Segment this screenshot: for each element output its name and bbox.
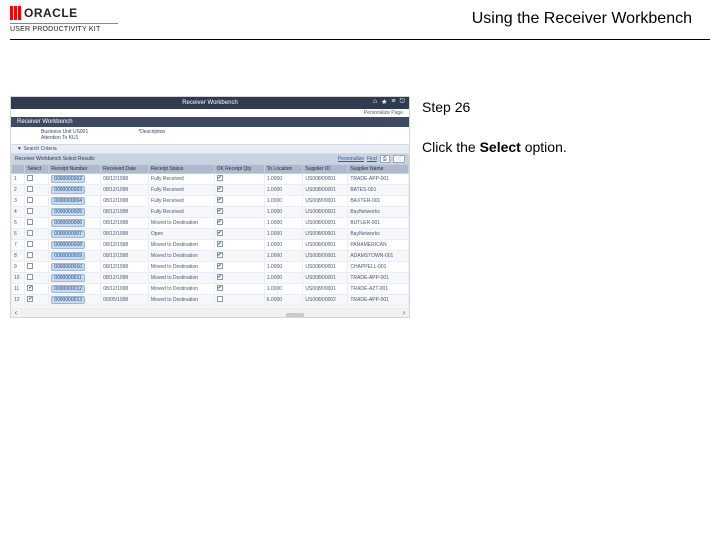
- oracle-logo: ORACLE USER PRODUCTIVITY KIT: [10, 6, 120, 33]
- table-row[interactable]: 10000000001108/12/1998Moved to Destinati…: [12, 272, 409, 283]
- table-row[interactable]: 8000000000908/12/1998Moved to Destinatio…: [12, 250, 409, 261]
- table-row[interactable]: 12000000001305/05/1998Moved to Destinati…: [12, 294, 409, 305]
- select-checkbox[interactable]: [27, 318, 33, 319]
- step-number: Step 26: [422, 96, 567, 118]
- ok-checkbox[interactable]: [217, 208, 223, 214]
- results-grid: SelectReceipt NumberReceived DateReceipt…: [11, 164, 409, 319]
- table-row[interactable]: 3000000000408/12/1998Fully Received1.000…: [12, 195, 409, 206]
- grid-icon-2[interactable]: 📄: [393, 155, 405, 163]
- select-checkbox[interactable]: [27, 274, 33, 280]
- receipt-link[interactable]: 0000000002: [51, 175, 85, 183]
- col-Supplier ID[interactable]: Supplier ID: [303, 164, 348, 173]
- receipt-link[interactable]: 0000000011: [51, 274, 84, 282]
- scroll-right-icon[interactable]: ›: [399, 308, 409, 317]
- receipt-link[interactable]: 0000000016: [51, 318, 85, 319]
- step-panel: Step 26 Click the Select option.: [422, 96, 567, 318]
- receipt-link[interactable]: 0000000008: [51, 241, 85, 249]
- receipt-link[interactable]: 0000000004: [51, 197, 85, 205]
- col-Receipt Status[interactable]: Receipt Status: [148, 164, 214, 173]
- ok-checkbox[interactable]: [217, 252, 223, 258]
- ok-checkbox[interactable]: [217, 263, 223, 269]
- topbar-title: Receiver Workbench: [182, 100, 238, 106]
- ok-checkbox[interactable]: [217, 186, 223, 192]
- col-Receipt Number[interactable]: Receipt Number: [49, 164, 101, 173]
- star-icon[interactable]: ★: [381, 98, 387, 106]
- find-link[interactable]: Find: [367, 156, 377, 162]
- col-Select[interactable]: Select: [25, 164, 49, 173]
- menu-icon[interactable]: ≡: [391, 98, 395, 106]
- select-checkbox[interactable]: [27, 219, 33, 225]
- select-checkbox[interactable]: [27, 263, 33, 269]
- select-checkbox[interactable]: [27, 230, 33, 236]
- table-row[interactable]: 7000000000808/12/1998Moved to Destinatio…: [12, 239, 409, 250]
- table-row[interactable]: 9000000001008/12/1998Moved to Destinatio…: [12, 261, 409, 272]
- scroll-left-icon[interactable]: ‹: [11, 308, 21, 317]
- select-checkbox[interactable]: [27, 186, 33, 192]
- select-checkbox[interactable]: [27, 241, 33, 247]
- select-checkbox[interactable]: [27, 296, 33, 302]
- table-row[interactable]: 1000000000208/12/1998Fully Received1.000…: [12, 173, 409, 184]
- receipt-link[interactable]: 0000000003: [51, 186, 85, 194]
- step-instruction: Click the Select option.: [422, 136, 567, 158]
- grid-header-bar: Receiver Workbench Select Results Person…: [11, 154, 409, 164]
- select-checkbox[interactable]: [27, 252, 33, 258]
- col-Supplier Name[interactable]: Supplier Name: [348, 164, 409, 173]
- table-row[interactable]: 2000000000308/12/1998Fully Received1.000…: [12, 184, 409, 195]
- home-icon[interactable]: ⌂: [373, 98, 377, 106]
- h-scrollbar[interactable]: ‹ ›: [11, 307, 409, 317]
- ok-checkbox[interactable]: [217, 219, 223, 225]
- ok-checkbox[interactable]: [217, 241, 223, 247]
- receipt-link[interactable]: 0000000009: [51, 252, 85, 260]
- meta-block: Business Unit US001Attention To KU1 *Des…: [11, 127, 409, 144]
- receipt-link[interactable]: 0000000005: [51, 208, 85, 216]
- ok-checkbox[interactable]: [217, 197, 223, 203]
- table-row[interactable]: 4000000000508/12/1998Fully Received1.000…: [12, 206, 409, 217]
- screenshot-panel: Receiver Workbench ⌂ ★ ≡ ⎋ Personalize P…: [10, 96, 410, 318]
- ok-checkbox[interactable]: [217, 318, 223, 319]
- search-criteria[interactable]: ▼ Search Criteria: [11, 144, 409, 154]
- col-n[interactable]: [12, 164, 25, 173]
- receipt-link[interactable]: 0000000006: [51, 219, 85, 227]
- receipt-link[interactable]: 0000000007: [51, 230, 85, 238]
- ok-checkbox[interactable]: [217, 285, 223, 291]
- table-row[interactable]: 11000000001208/12/1998Moved to Destinati…: [12, 283, 409, 294]
- select-checkbox[interactable]: [27, 285, 33, 291]
- logout-icon[interactable]: ⎋: [399, 98, 405, 106]
- ok-checkbox[interactable]: [217, 296, 223, 302]
- col-OK Receipt Qty[interactable]: OK Receipt Qty: [214, 164, 264, 173]
- table-row[interactable]: 5000000000608/12/1998Moved to Destinatio…: [12, 217, 409, 228]
- section-band: Receiver Workbench: [11, 117, 409, 127]
- select-checkbox[interactable]: [27, 197, 33, 203]
- ok-checkbox[interactable]: [217, 175, 223, 181]
- page-title: Using the Receiver Workbench: [120, 6, 710, 28]
- table-row[interactable]: 6000000000708/12/1998Open1.0000US008/000…: [12, 228, 409, 239]
- app-topbar: Receiver Workbench ⌂ ★ ≡ ⎋: [11, 97, 409, 109]
- receipt-link[interactable]: 0000000012: [51, 285, 85, 293]
- col-Received Date[interactable]: Received Date: [101, 164, 149, 173]
- step-bold: Select: [480, 139, 521, 155]
- grid-icon-1[interactable]: ⎙: [380, 155, 390, 163]
- personalize-link[interactable]: Personalize: [338, 156, 364, 162]
- receipt-link[interactable]: 0000000013: [51, 296, 85, 304]
- select-checkbox[interactable]: [27, 175, 33, 181]
- select-checkbox[interactable]: [27, 208, 33, 214]
- col-To Location[interactable]: To Location: [264, 164, 303, 173]
- grid-title: Receiver Workbench Select Results: [15, 156, 95, 162]
- logo-word: ORACLE: [24, 6, 78, 20]
- receipt-link[interactable]: 0000000010: [51, 263, 85, 271]
- logo-subline: USER PRODUCTIVITY KIT: [10, 23, 118, 33]
- ok-checkbox[interactable]: [217, 274, 223, 280]
- ok-checkbox[interactable]: [217, 230, 223, 236]
- breadcrumb[interactable]: Personalize Page: [11, 109, 409, 117]
